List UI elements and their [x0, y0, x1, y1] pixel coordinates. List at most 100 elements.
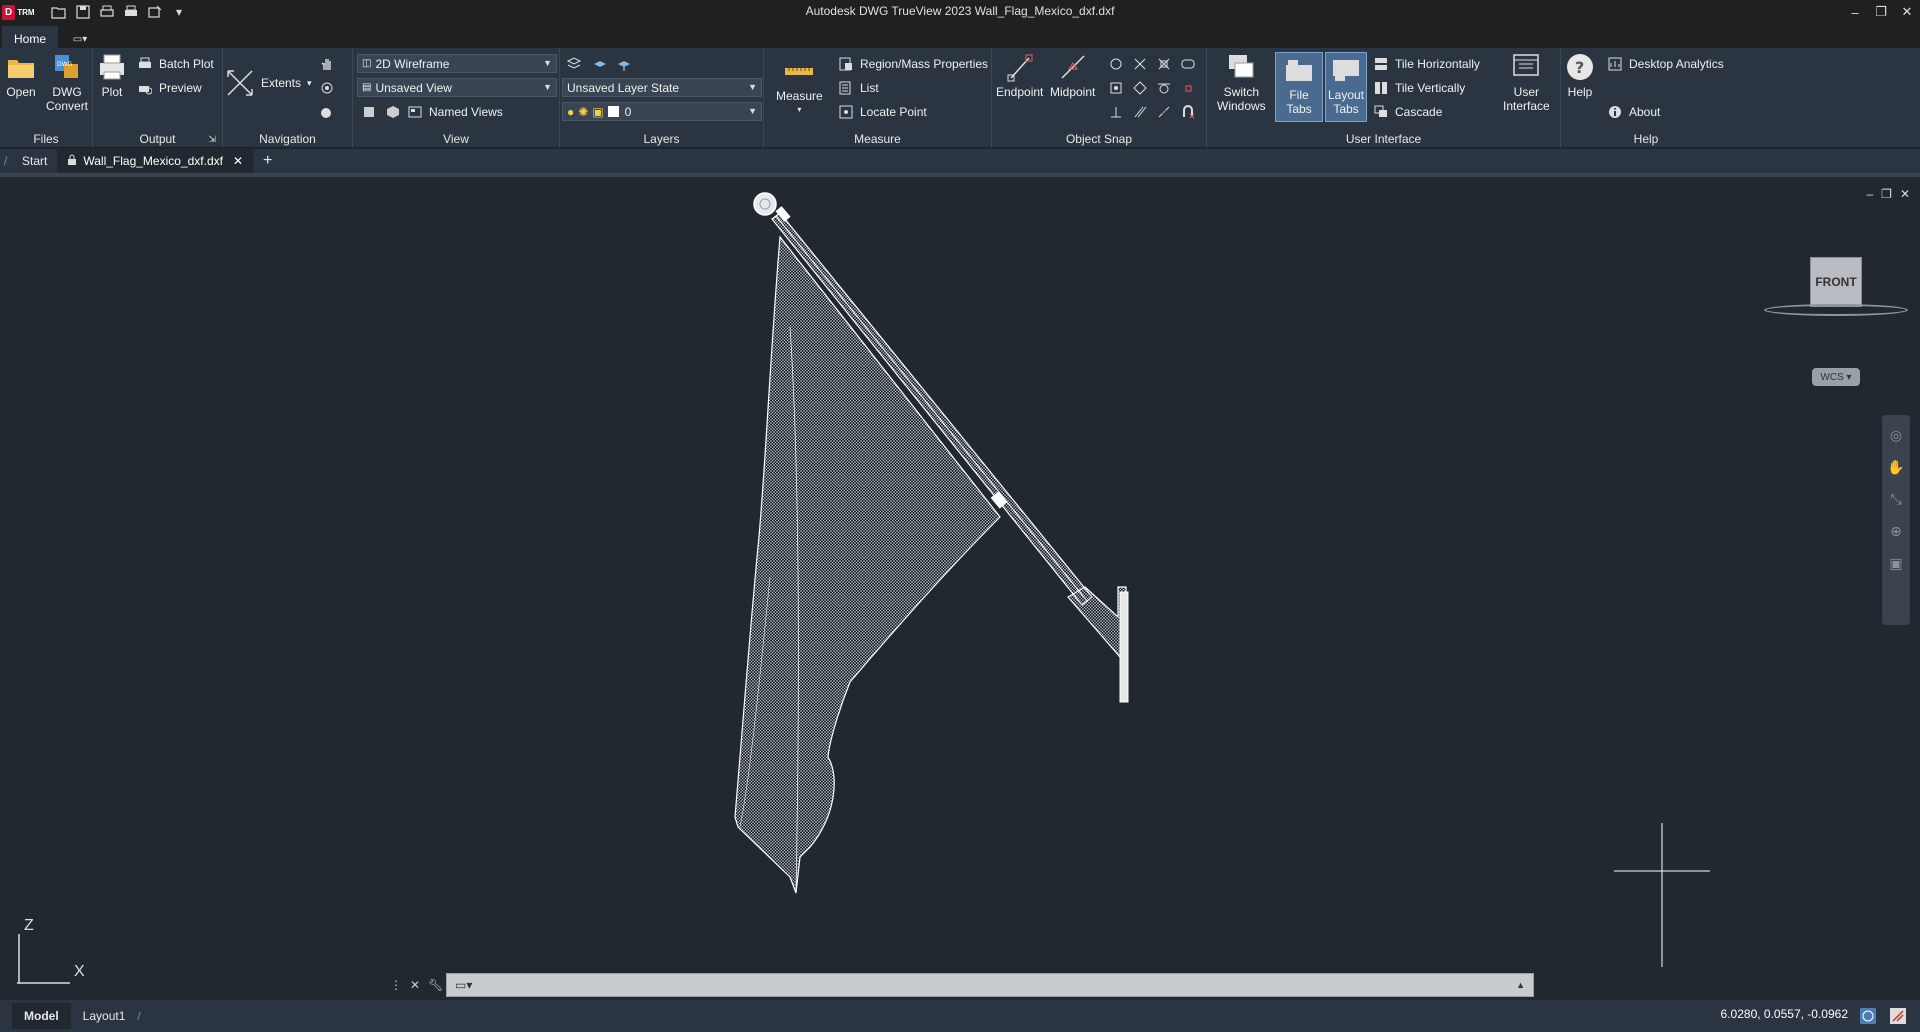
open-icon[interactable]	[50, 4, 68, 20]
tab-layout1[interactable]: Layout1	[71, 1003, 138, 1029]
layer-match-icon[interactable]	[614, 54, 634, 74]
preview-button[interactable]: Preview	[137, 78, 202, 98]
view-box-icon[interactable]	[359, 102, 379, 122]
region-mass-button[interactable]: Region/Mass Properties	[838, 54, 988, 74]
ribbon-minimize-icon[interactable]: ▭▾	[66, 30, 94, 48]
drawing-canvas[interactable]: – ❐ ✕ Z X FRONT WCS ▾ ◎ ✋ ⤡ ⊕ ▣	[0, 177, 1920, 1000]
help-button[interactable]: ? Help	[1565, 52, 1595, 99]
layer-previous-icon[interactable]	[590, 54, 610, 74]
pan-icon[interactable]	[317, 54, 337, 74]
panel-output-label[interactable]: Output ⇲	[93, 130, 222, 148]
apparent-intersection-icon[interactable]	[1154, 54, 1174, 74]
extents-button[interactable]: Extents ▾	[225, 66, 312, 100]
grip-icon[interactable]: ⋮	[390, 978, 402, 992]
named-views-button[interactable]: Named Views	[407, 102, 503, 122]
perpendicular-snap-icon[interactable]	[1106, 102, 1126, 122]
close-tab-icon[interactable]: ✕	[233, 154, 243, 168]
panel-user-interface-label: User Interface	[1345, 132, 1422, 146]
layer-properties-icon[interactable]	[564, 54, 584, 74]
file-tabs-label: File Tabs	[1286, 88, 1312, 116]
ribbon: Open DWG DWG Convert Files Plot Batch Pl…	[0, 48, 1920, 148]
saved-view-dropdown[interactable]: ▤ Unsaved View ▼	[357, 78, 557, 97]
insertion-snap-icon[interactable]	[1178, 78, 1198, 98]
wcs-menu-button[interactable]: WCS ▾	[1812, 368, 1860, 386]
hardware-acceleration-icon[interactable]	[1888, 1006, 1908, 1026]
analytics-icon	[1607, 56, 1623, 72]
intersection-snap-icon[interactable]	[1130, 54, 1150, 74]
snap-settings-icon[interactable]	[1178, 54, 1198, 74]
tab-start[interactable]: Start	[12, 149, 57, 173]
restore-icon[interactable]: ❐	[1868, 0, 1894, 24]
pan-icon[interactable]: ✋	[1886, 459, 1906, 479]
lock-icon	[67, 154, 77, 169]
center-snap-icon[interactable]	[1106, 54, 1126, 74]
layer-state-dropdown[interactable]: Unsaved Layer State ▼	[562, 78, 762, 97]
measure-dropdown-icon[interactable]: ▾	[797, 103, 801, 117]
plus-icon: +	[263, 152, 273, 169]
save-icon[interactable]	[74, 4, 92, 20]
showmotion-icon[interactable]: ▣	[1886, 555, 1906, 575]
tile-horizontally-icon	[1373, 56, 1389, 72]
cascade-button[interactable]: Cascade	[1373, 102, 1442, 122]
tile-vertically-button[interactable]: Tile Vertically	[1373, 78, 1465, 98]
plot-button[interactable]: Plot	[97, 52, 127, 99]
extents-dropdown-icon[interactable]: ▾	[307, 78, 312, 89]
saved-view-value: Unsaved View	[375, 80, 452, 95]
node-snap-icon[interactable]	[1106, 78, 1126, 98]
snap-off-icon[interactable]	[1178, 102, 1198, 122]
close-icon[interactable]: ✕	[410, 978, 420, 992]
file-tabs-toggle[interactable]: File Tabs	[1275, 52, 1323, 122]
endpoint-button[interactable]: Endpoint	[996, 52, 1043, 99]
coordinate-readout[interactable]: 6.0280, 0.0557, -0.0962	[1721, 1007, 1848, 1021]
print-icon[interactable]	[98, 4, 116, 20]
new-tab-button[interactable]: +	[253, 149, 282, 173]
quadrant-snap-icon[interactable]	[1130, 78, 1150, 98]
open-button[interactable]: Open	[6, 52, 36, 99]
locate-point-button[interactable]: Locate Point	[838, 102, 927, 122]
list-button[interactable]: List	[838, 78, 879, 98]
desktop-analytics-label: Desktop Analytics	[1629, 57, 1724, 71]
plot-icon[interactable]	[122, 4, 140, 20]
desktop-analytics-button[interactable]: Desktop Analytics	[1607, 54, 1724, 74]
command-input[interactable]: ▭▾ ▲	[446, 973, 1534, 997]
command-history-icon[interactable]: ▲	[1516, 980, 1525, 990]
publish-icon[interactable]	[146, 4, 164, 20]
app-menu-button[interactable]: D TRM	[2, 2, 42, 22]
viewcube[interactable]: FRONT	[1810, 257, 1862, 307]
orbit-icon[interactable]	[317, 78, 337, 98]
layer-dropdown[interactable]: ● ✺ ▣ 0 ▼	[562, 102, 762, 121]
wrench-icon[interactable]: 🔧︎	[428, 978, 443, 992]
close-icon[interactable]: ✕	[1894, 0, 1920, 24]
tab-home[interactable]: Home	[2, 26, 59, 48]
navigation-bar: ◎ ✋ ⤡ ⊕ ▣	[1882, 415, 1910, 625]
batch-plot-button[interactable]: Batch Plot	[137, 54, 214, 74]
nearest-snap-icon[interactable]	[1154, 102, 1174, 122]
panel-object-snap: Endpoint Midpoint Object Snap	[992, 48, 1207, 148]
cube-icon[interactable]	[383, 102, 403, 122]
user-interface-button[interactable]: User Interface	[1503, 52, 1550, 113]
tangent-snap-icon[interactable]	[1154, 78, 1174, 98]
visual-style-dropdown[interactable]: ◫ 2D Wireframe ▼	[357, 54, 557, 73]
info-icon	[1607, 104, 1623, 120]
midpoint-button[interactable]: Midpoint	[1050, 52, 1095, 99]
tab-model[interactable]: Model	[12, 1003, 71, 1029]
orbit-icon[interactable]: ⊕	[1886, 523, 1906, 543]
isolate-objects-icon[interactable]	[1858, 1006, 1878, 1026]
tab-file[interactable]: Wall_Flag_Mexico_dxf.dxf ✕	[57, 149, 254, 173]
command-prompt-icon[interactable]: ▭▾	[455, 978, 472, 992]
drawing-model	[17, 192, 1710, 984]
qat-menu-icon[interactable]: ▾	[170, 4, 188, 20]
layout-tabs-toggle[interactable]: Layout Tabs	[1325, 52, 1367, 122]
about-button[interactable]: About	[1607, 102, 1660, 122]
switch-windows-button[interactable]: Switch Windows	[1217, 52, 1266, 113]
showmotion-icon[interactable]	[317, 102, 337, 122]
zoom-extents-icon[interactable]: ⤡	[1886, 491, 1906, 511]
tile-horizontally-button[interactable]: Tile Horizontally	[1373, 54, 1480, 74]
panel-expand-icon[interactable]: ⇲	[208, 130, 216, 148]
parallel-snap-icon[interactable]	[1130, 102, 1150, 122]
steering-wheel-icon[interactable]: ◎	[1886, 427, 1906, 447]
minimize-icon[interactable]: –	[1842, 0, 1868, 24]
viewcube-compass[interactable]	[1764, 304, 1908, 316]
dwg-convert-button[interactable]: DWG DWG Convert	[46, 52, 88, 113]
measure-button[interactable]: Measure ▾	[776, 56, 823, 117]
